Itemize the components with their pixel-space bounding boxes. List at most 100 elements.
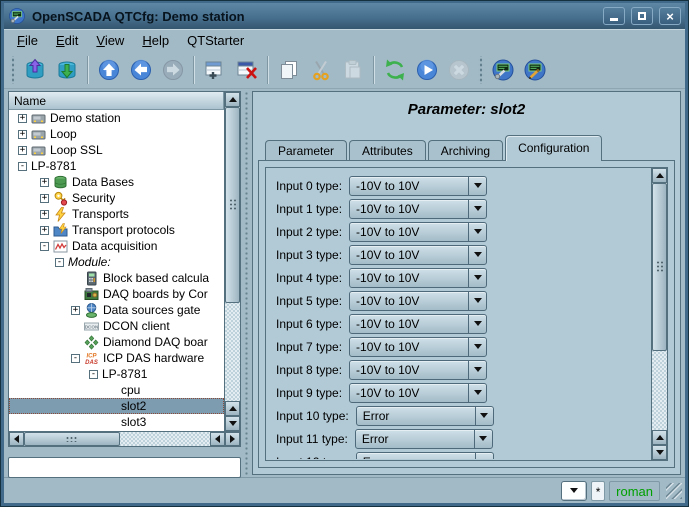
- qtcfg-tool-button[interactable]: [487, 54, 519, 86]
- tree-horizontal-scrollbar[interactable]: [9, 431, 240, 446]
- expander-icon[interactable]: -: [55, 257, 64, 267]
- expander-icon[interactable]: +: [40, 225, 49, 235]
- chevron-down-icon[interactable]: [468, 268, 486, 287]
- scrollbar-thumb[interactable]: [652, 183, 667, 351]
- scroll-left-icon[interactable]: [9, 432, 24, 446]
- tree-item-security[interactable]: + Security: [9, 190, 224, 206]
- chevron-down-icon[interactable]: [474, 406, 493, 425]
- toolbar-handle[interactable]: [10, 55, 16, 84]
- scroll-left-icon[interactable]: [210, 432, 225, 446]
- tree-item-lp-8781[interactable]: - LP-8781: [9, 158, 224, 174]
- copy-item-button[interactable]: [273, 54, 305, 86]
- chevron-down-icon[interactable]: [468, 176, 486, 195]
- tree-item-module[interactable]: - Module:: [9, 254, 224, 270]
- chevron-down-icon[interactable]: [468, 360, 486, 379]
- input-3-type-select[interactable]: -10V to 10V: [349, 244, 488, 265]
- tree-item-transports[interactable]: + Transports: [9, 206, 224, 222]
- tree-item-daq-boards[interactable]: DAQ boards by Cor: [9, 286, 224, 302]
- expander-icon[interactable]: +: [18, 129, 27, 139]
- input-9-type-select[interactable]: -10V to 10V: [349, 382, 488, 403]
- paste-item-button[interactable]: [337, 54, 369, 86]
- scroll-right-icon[interactable]: [225, 432, 240, 446]
- tree-item-data-acquisition[interactable]: - Data acquisition: [9, 238, 224, 254]
- minimize-icon[interactable]: [603, 7, 625, 25]
- maximize-icon[interactable]: [631, 7, 653, 25]
- input-2-type-select[interactable]: -10V to 10V: [349, 221, 488, 242]
- scrollbar-thumb[interactable]: [225, 107, 240, 303]
- chevron-down-icon[interactable]: [474, 452, 493, 459]
- expander-icon[interactable]: +: [40, 177, 49, 187]
- stop-update-button[interactable]: [443, 54, 475, 86]
- tree-search-field[interactable]: [8, 457, 241, 478]
- splitter-handle[interactable]: [243, 91, 250, 475]
- input-4-type-select[interactable]: -10V to 10V: [349, 267, 488, 288]
- go-back-button[interactable]: [125, 54, 157, 86]
- cut-item-button[interactable]: [305, 54, 337, 86]
- toolbar-handle[interactable]: [478, 55, 484, 84]
- save-to-db-button[interactable]: [51, 54, 83, 86]
- menu-qtstarter[interactable]: QTStarter: [178, 31, 253, 50]
- menu-view[interactable]: View: [87, 31, 133, 50]
- scroll-down-icon[interactable]: [652, 445, 667, 460]
- chevron-down-icon[interactable]: [468, 222, 486, 241]
- menu-edit[interactable]: Edit: [47, 31, 87, 50]
- tab-archiving[interactable]: Archiving: [427, 140, 504, 161]
- expander-icon[interactable]: -: [71, 353, 80, 363]
- start-update-button[interactable]: [411, 54, 443, 86]
- expander-icon[interactable]: +: [18, 113, 27, 123]
- form-vertical-scrollbar[interactable]: [651, 168, 667, 460]
- input-7-type-select[interactable]: -10V to 10V: [349, 336, 488, 357]
- add-item-button[interactable]: [199, 54, 231, 86]
- scrollbar-thumb[interactable]: [24, 432, 120, 446]
- expander-icon[interactable]: -: [18, 161, 27, 171]
- tree-item-loop[interactable]: + Loop: [9, 126, 224, 142]
- tree-item-cpu[interactable]: cpu: [9, 382, 224, 398]
- chevron-down-icon[interactable]: [468, 383, 486, 402]
- expander-icon[interactable]: +: [71, 305, 80, 315]
- tree-item-demo-station[interactable]: + Demo station: [9, 110, 224, 126]
- expander-icon[interactable]: -: [40, 241, 49, 251]
- input-1-type-select[interactable]: -10V to 10V: [349, 198, 488, 219]
- tree-item-icp-das[interactable]: - ICP DAS ICP DAS hardware: [9, 350, 224, 366]
- status-dropdown-button[interactable]: [561, 480, 588, 501]
- chevron-down-icon[interactable]: [473, 429, 492, 448]
- input-0-type-select[interactable]: -10V to 10V: [349, 175, 488, 196]
- expander-icon[interactable]: +: [40, 193, 49, 203]
- tree-item-loop-ssl[interactable]: + Loop SSL: [9, 142, 224, 158]
- chevron-down-icon[interactable]: [468, 291, 486, 310]
- expander-icon[interactable]: +: [40, 209, 49, 219]
- tree-item-dcon-client[interactable]: DCON DCON client: [9, 318, 224, 334]
- scroll-up-icon[interactable]: [652, 430, 667, 445]
- input-11-type-select[interactable]: Error: [354, 428, 493, 449]
- tab-attributes[interactable]: Attributes: [349, 140, 426, 161]
- chevron-down-icon[interactable]: [468, 314, 486, 333]
- chevron-down-icon[interactable]: [468, 245, 486, 264]
- menu-help[interactable]: Help: [133, 31, 178, 50]
- qtcfg-edit-button[interactable]: [519, 54, 551, 86]
- input-6-type-select[interactable]: -10V to 10V: [349, 313, 488, 334]
- scroll-up-icon[interactable]: [652, 168, 667, 183]
- scroll-up-icon[interactable]: [225, 92, 240, 107]
- expander-icon[interactable]: -: [89, 369, 98, 379]
- scroll-up-icon[interactable]: [225, 401, 240, 416]
- menu-file[interactable]: File: [8, 31, 47, 50]
- chevron-down-icon[interactable]: [468, 337, 486, 356]
- resize-grip[interactable]: [666, 482, 682, 499]
- delete-item-button[interactable]: [231, 54, 263, 86]
- chevron-down-icon[interactable]: [468, 199, 486, 218]
- tree-item-slot3[interactable]: slot3: [9, 414, 224, 430]
- tree-item-transport-protocols[interactable]: + Transport protocols: [9, 222, 224, 238]
- titlebar[interactable]: OpenSCADA QTCfg: Demo station ×: [4, 3, 685, 29]
- tab-configuration[interactable]: Configuration: [505, 135, 603, 161]
- tree-item-lp-8781-device[interactable]: - LP-8781: [9, 366, 224, 382]
- tree-item-data-bases[interactable]: + Data Bases: [9, 174, 224, 190]
- tab-parameter[interactable]: Parameter: [265, 140, 348, 161]
- tree-item-block-based[interactable]: Block based calcula: [9, 270, 224, 286]
- input-5-type-select[interactable]: -10V to 10V: [349, 290, 488, 311]
- tree-vertical-scrollbar[interactable]: [224, 92, 240, 431]
- input-10-type-select[interactable]: Error: [355, 405, 494, 426]
- tree-item-data-sources-gate[interactable]: + Data sources gate: [9, 302, 224, 318]
- go-up-button[interactable]: [93, 54, 125, 86]
- load-from-db-button[interactable]: [19, 54, 51, 86]
- go-forward-button[interactable]: [157, 54, 189, 86]
